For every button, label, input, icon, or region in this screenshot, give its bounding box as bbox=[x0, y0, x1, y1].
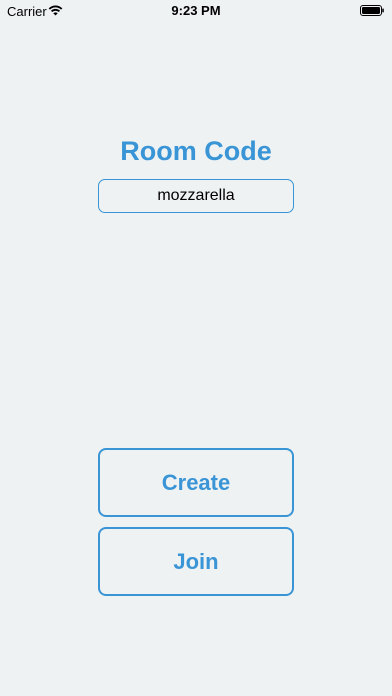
status-time: 9:23 PM bbox=[171, 3, 221, 18]
join-button[interactable]: Join bbox=[98, 527, 294, 596]
status-bar: Carrier 9:23 PM bbox=[0, 0, 392, 22]
create-button[interactable]: Create bbox=[98, 448, 294, 517]
room-code-input[interactable] bbox=[98, 179, 294, 213]
battery-icon bbox=[360, 5, 384, 16]
page-title: Room Code bbox=[120, 136, 272, 166]
